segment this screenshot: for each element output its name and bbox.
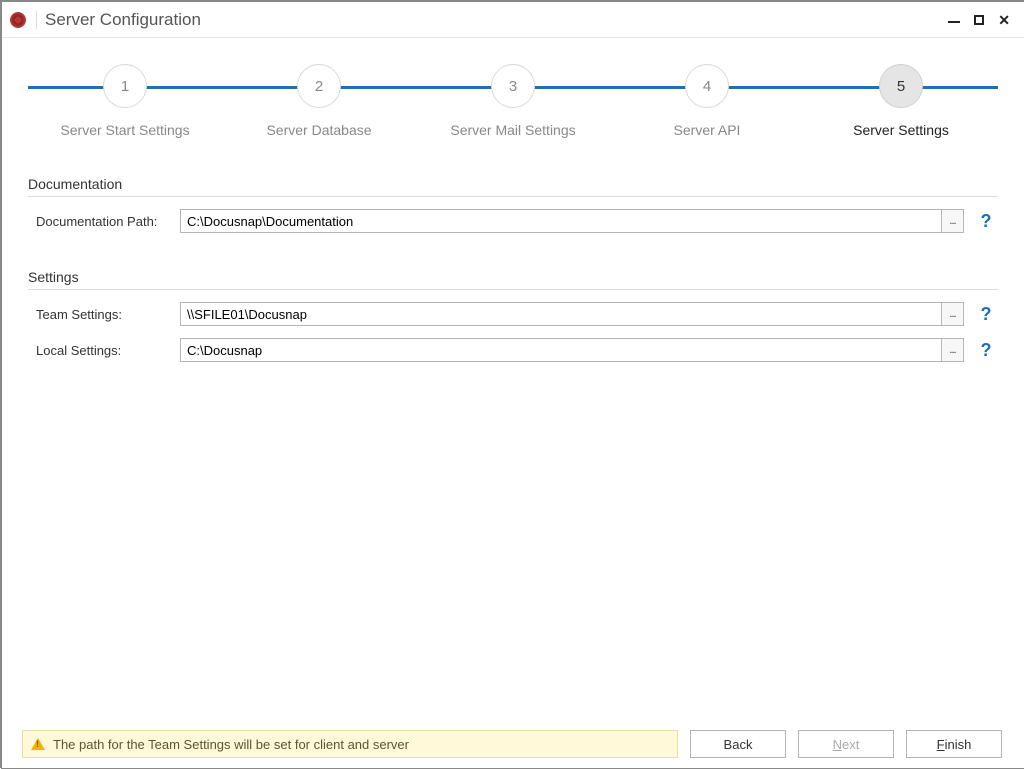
step-label-1: Server Start Settings [60, 122, 189, 138]
step-circle-5: 5 [879, 64, 923, 108]
step-5[interactable]: 5 Server Settings [804, 58, 998, 138]
close-button[interactable]: ✕ [998, 15, 1010, 25]
minimize-button[interactable] [948, 14, 960, 26]
status-bar: The path for the Team Settings will be s… [22, 730, 678, 758]
browse-team-settings-button[interactable]: ... [942, 302, 964, 326]
step-label-2: Server Database [266, 122, 371, 138]
section-title-settings: Settings [28, 269, 998, 290]
browse-local-settings-button[interactable]: ... [942, 338, 964, 362]
maximize-button[interactable] [974, 15, 984, 25]
step-4[interactable]: 4 Server API [610, 58, 804, 138]
step-label-5: Server Settings [853, 122, 949, 138]
section-title-documentation: Documentation [28, 176, 998, 197]
window-controls: ✕ [948, 14, 1016, 26]
input-documentation-path[interactable] [180, 209, 942, 233]
step-2[interactable]: 2 Server Database [222, 58, 416, 138]
back-button[interactable]: Back [690, 730, 786, 758]
help-icon[interactable]: ? [974, 340, 998, 361]
help-icon[interactable]: ? [974, 211, 998, 232]
input-local-settings[interactable] [180, 338, 942, 362]
warning-icon [31, 738, 45, 750]
title-bar: Server Configuration ✕ [2, 2, 1024, 38]
step-label-4: Server API [674, 122, 741, 138]
step-circle-4: 4 [685, 64, 729, 108]
field-local-settings: Local Settings: ... ? [28, 338, 998, 362]
field-team-settings: Team Settings: ... ? [28, 302, 998, 326]
field-documentation-path: Documentation Path: ... ? [28, 209, 998, 233]
wizard-content: 1 Server Start Settings 2 Server Databas… [2, 38, 1024, 718]
label-local-settings: Local Settings: [28, 343, 180, 358]
next-button: Next [798, 730, 894, 758]
step-1[interactable]: 1 Server Start Settings [28, 58, 222, 138]
status-text: The path for the Team Settings will be s… [53, 737, 409, 752]
label-team-settings: Team Settings: [28, 307, 180, 322]
step-label-3: Server Mail Settings [450, 122, 575, 138]
wizard-stepper: 1 Server Start Settings 2 Server Databas… [28, 58, 998, 158]
step-circle-1: 1 [103, 64, 147, 108]
browse-documentation-path-button[interactable]: ... [942, 209, 964, 233]
label-documentation-path: Documentation Path: [28, 214, 180, 229]
wizard-footer: The path for the Team Settings will be s… [0, 720, 1024, 768]
window-title: Server Configuration [45, 10, 201, 30]
app-icon [10, 12, 26, 28]
help-icon[interactable]: ? [974, 304, 998, 325]
finish-button[interactable]: Finish [906, 730, 1002, 758]
step-circle-2: 2 [297, 64, 341, 108]
step-circle-3: 3 [491, 64, 535, 108]
input-team-settings[interactable] [180, 302, 942, 326]
title-separator [36, 11, 37, 29]
step-3[interactable]: 3 Server Mail Settings [416, 58, 610, 138]
